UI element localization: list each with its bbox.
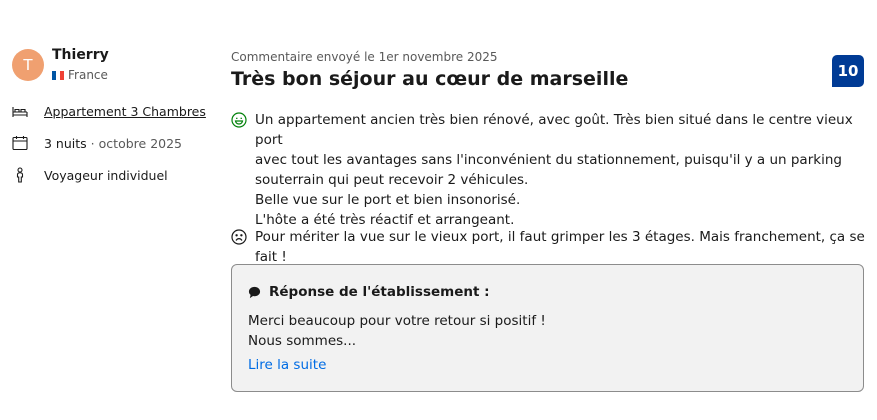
- response-text: Merci beaucoup pour votre retour si posi…: [248, 311, 546, 351]
- bed-icon: [12, 107, 28, 117]
- france-flag-icon: [52, 70, 64, 80]
- reviewer-country: France: [52, 68, 108, 82]
- positive-comment-line: Belle vue sur le port et bien insonorisé…: [255, 192, 521, 208]
- response-header-label: Réponse de l'établissement :: [269, 284, 490, 300]
- negative-comment: Pour mériter la vue sur le vieux port, i…: [231, 227, 875, 267]
- reviewer-name: Thierry: [52, 47, 109, 63]
- room-type-link[interactable]: Appartement 3 Chambres: [44, 104, 206, 119]
- calendar-icon: [12, 136, 28, 151]
- person-icon: [16, 167, 24, 183]
- property-response-box: Réponse de l'établissement : Merci beauc…: [231, 264, 864, 392]
- response-header: Réponse de l'établissement :: [248, 284, 490, 300]
- country-label: France: [68, 68, 108, 82]
- review-sent-date: Commentaire envoyé le 1er novembre 2025: [231, 50, 498, 64]
- smiley-happy-icon: [231, 112, 247, 128]
- positive-comment-line: Un appartement ancien très bien rénové, …: [255, 112, 853, 148]
- response-line: Merci beaucoup pour votre retour si posi…: [248, 313, 546, 329]
- read-more-link[interactable]: Lire la suite: [248, 357, 326, 373]
- smiley-sad-icon: [231, 229, 247, 245]
- review-title: Très bon séjour au cœur de marseille: [231, 68, 629, 90]
- response-line: Nous sommes...: [248, 333, 357, 349]
- positive-comment-line: avec tout les avantages sans l'inconvéni…: [255, 152, 842, 168]
- meta-separator: ·: [90, 135, 95, 151]
- avatar: T: [12, 49, 44, 81]
- traveler-type-row: Voyageur individuel: [12, 167, 168, 183]
- positive-comment: Un appartement ancien très bien rénové, …: [231, 110, 865, 230]
- negative-comment-text: Pour mériter la vue sur le vieux port, i…: [255, 229, 865, 265]
- room-type-row: Appartement 3 Chambres: [12, 103, 206, 119]
- review-score-badge: 10: [832, 55, 864, 87]
- nights-label: 3 nuits: [44, 135, 87, 151]
- stay-month-label: octobre 2025: [98, 135, 182, 151]
- stay-duration-row: 3 nuits · octobre 2025: [12, 135, 182, 151]
- traveler-type-label: Voyageur individuel: [44, 167, 168, 183]
- speech-bubble-icon: [248, 286, 261, 298]
- positive-comment-line: souterrain qui peut recevoir 2 véhicules…: [255, 172, 529, 188]
